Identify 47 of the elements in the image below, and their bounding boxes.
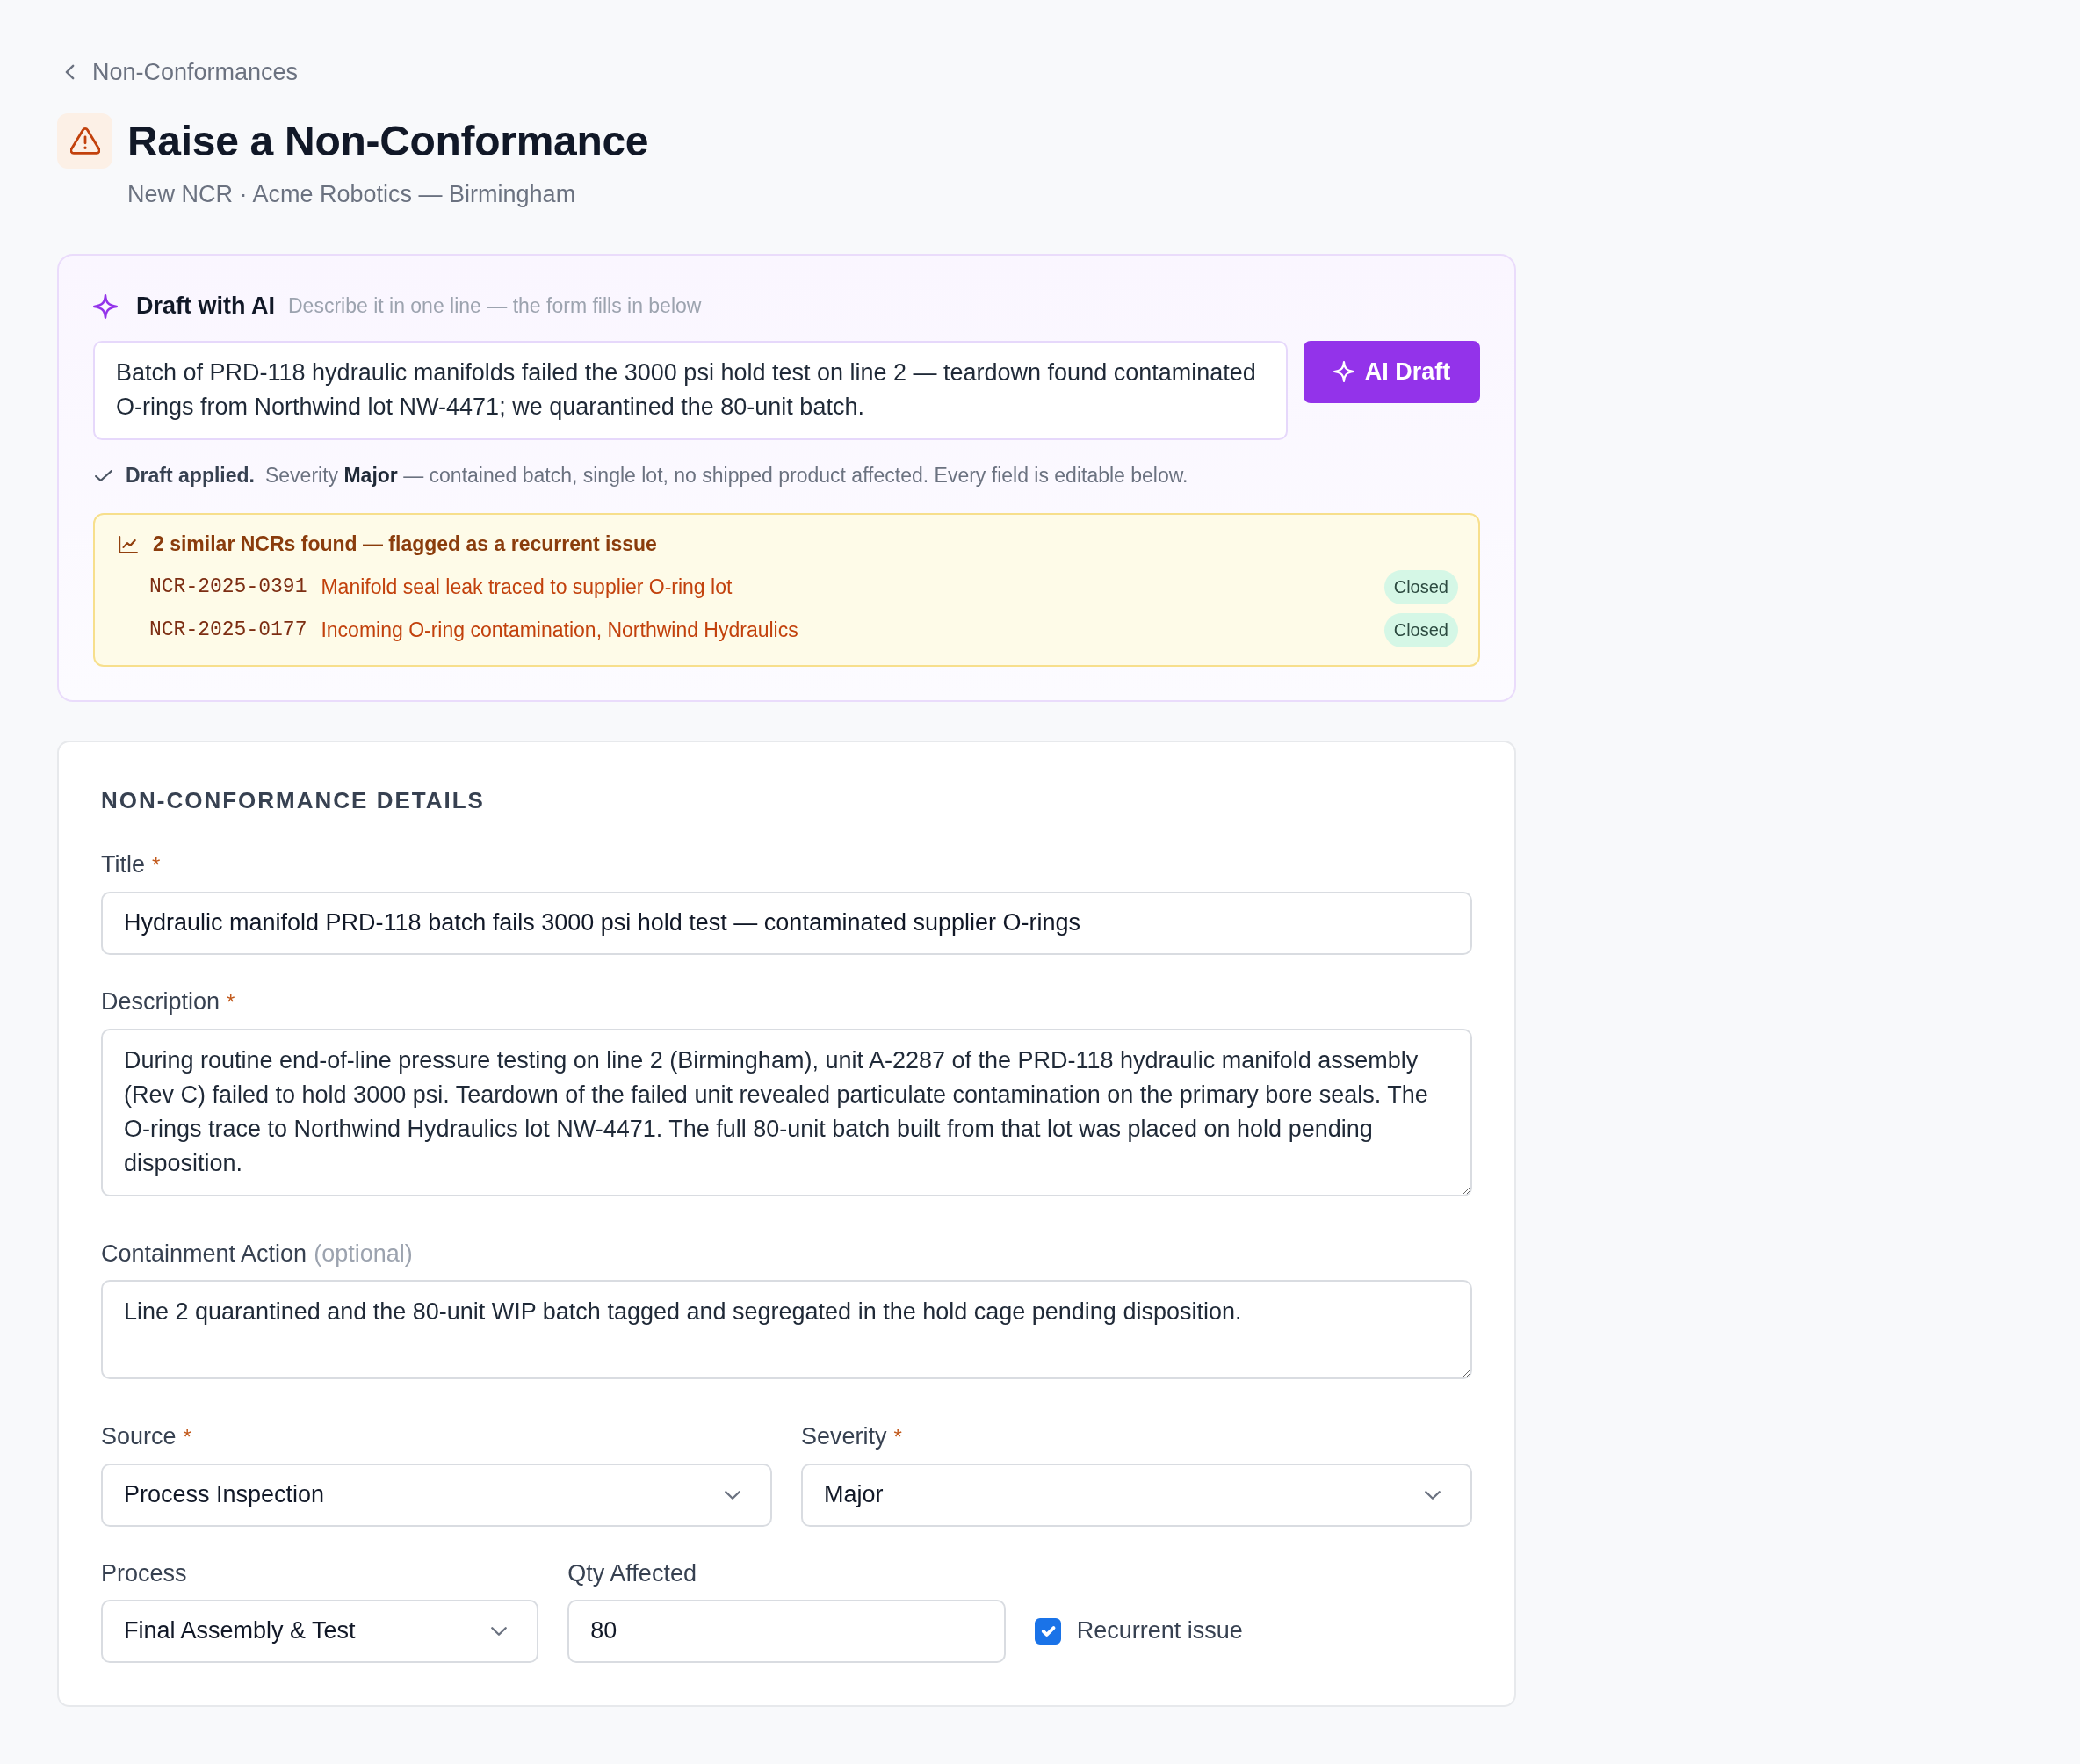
dropdown[interactable]: Process Inspection (101, 1463, 772, 1527)
status-text: Severity Major — contained batch, single lot, no shipped product affected. Every field is editable below. (264, 463, 1188, 489)
text-field[interactable]: Hydraulic manifold PRD-118 batch fails 3000 psi hold test — contaminated supplier O-rings (101, 891, 1472, 955)
chevron-down-icon (491, 1626, 508, 1636)
field-label: Title (101, 849, 145, 879)
panel-hint: Describe it in one line — the form fills in below (288, 293, 702, 320)
status-badge: Closed (1383, 569, 1458, 604)
optional-note: (optional) (314, 1239, 413, 1269)
warning-icon (57, 112, 112, 169)
dropdown[interactable]: Final Assembly & Test (101, 1599, 539, 1663)
line-chart-icon (119, 535, 138, 553)
sparkle-icon (1332, 361, 1354, 382)
field-label: Process (101, 1558, 187, 1588)
prompt-field[interactable]: Batch of PRD-118 hydraulic manifolds failed the 3000 psi hold test on line 2 — teardown found contaminated O-rings from Northwind lot NW-4471; we quarantined the 80-unit batch. (93, 340, 1288, 440)
panel-title: Draft with AI (136, 292, 275, 322)
text-area[interactable]: During routine end-of-line pressure testing on line 2 (Birmingham), unit A-2287 of the PRD-118 hydraulic manifold assembly (Rev C) failed to hold 3000 psi. Teardown of the failed unit revealed particulate contamination on the primary bore seals. The O-rings trace to Northwind Hydraulics lot NW-4471. The full 80-unit batch built from that lot was placed on hold pending disposition. (101, 1028, 1472, 1196)
chevron-down-icon (725, 1490, 740, 1500)
field-label: Description (101, 987, 220, 1016)
section-heading: NON-CONFORMANCE DETAILS (101, 785, 486, 815)
chevron-down-icon (1425, 1490, 1441, 1500)
field-label: Severity (801, 1421, 887, 1451)
field-label: Qty Affected (567, 1558, 697, 1588)
breadcrumb-link[interactable]: Non-Conformances (65, 54, 299, 90)
status-label: Draft applied. (126, 463, 255, 489)
required-mark: * (183, 1423, 191, 1450)
text-area[interactable]: Line 2 quarantined and the 80-unit WIP batch tagged and segregated in the hold cage pending disposition. (101, 1279, 1472, 1379)
required-mark: * (152, 851, 161, 878)
field-label: Containment Action (101, 1239, 307, 1269)
checkbox[interactable] (1034, 1617, 1061, 1645)
sparkle-icon (93, 293, 118, 319)
check-icon (95, 469, 112, 482)
ncr-title: Incoming O-ring contamination, Northwind Hydraulics (321, 617, 798, 643)
required-mark: * (227, 988, 235, 1016)
page-subtitle: New NCR · Acme Robotics — Birmingham (127, 179, 577, 209)
required-mark: * (893, 1423, 902, 1450)
ncr-title: Manifold seal leak traced to supplier O-ring lot (321, 574, 733, 600)
number-field[interactable]: 80 (567, 1599, 1006, 1663)
checkbox-label: Recurrent issue (1076, 1616, 1243, 1646)
status-badge: Closed (1383, 612, 1458, 647)
field-label: Source (101, 1421, 177, 1451)
chevron-left-icon (65, 64, 75, 80)
ai-draft-button[interactable]: AI Draft (1304, 340, 1480, 403)
dropdown[interactable]: Major (801, 1463, 1472, 1527)
alert-heading: 2 similar NCRs found — flagged as a recurrent issue (153, 531, 657, 558)
page-title: Raise a Non-Conformance (127, 116, 649, 166)
ncr-number: NCR-2025-0177 (149, 617, 307, 643)
ncr-number: NCR-2025-0391 (149, 574, 307, 600)
